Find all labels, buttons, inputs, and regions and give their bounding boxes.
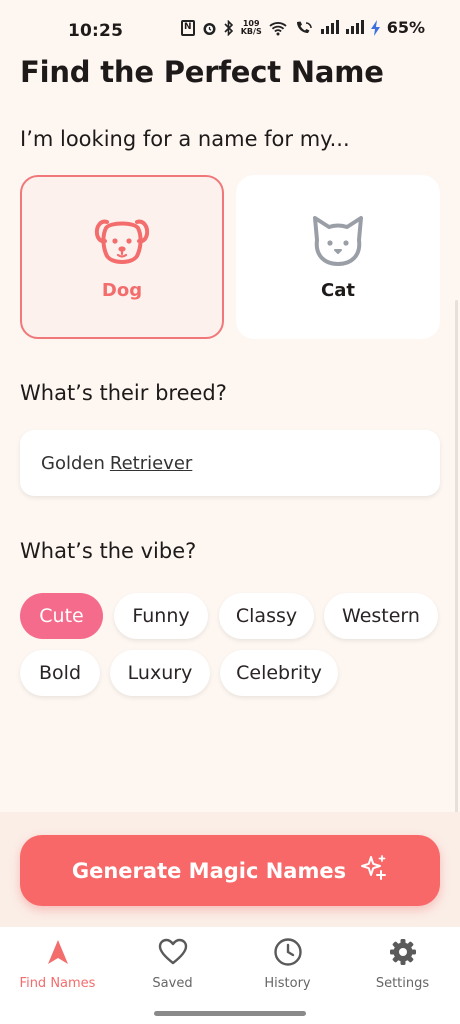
gear-icon xyxy=(389,936,417,968)
charging-icon xyxy=(370,19,380,36)
wifi-calling-icon xyxy=(294,20,314,36)
generate-names-button[interactable]: Generate Magic Names xyxy=(20,835,440,906)
nav-label: Settings xyxy=(375,976,430,991)
clock-icon xyxy=(273,936,303,968)
vibe-chip-luxury[interactable]: Luxury xyxy=(110,650,210,696)
pet-option-cat[interactable]: Cat xyxy=(236,175,440,339)
battery-percent: 65% xyxy=(386,18,425,37)
pet-question: I’m looking for a name for my... xyxy=(20,127,350,151)
pet-option-label: Dog xyxy=(101,279,143,301)
signal-icon-1 xyxy=(320,19,339,36)
pet-option-label: Cat xyxy=(321,279,355,301)
vibe-chip-funny[interactable]: Funny xyxy=(114,593,208,639)
nav-label: Saved xyxy=(152,976,193,991)
nav-settings[interactable]: Settings xyxy=(345,936,460,996)
breed-question: What’s their breed? xyxy=(20,381,227,405)
breed-word-underlined: Retriever xyxy=(109,452,193,474)
bottom-navigation: Find Names Saved History Settings xyxy=(0,927,460,1024)
scrollbar[interactable] xyxy=(455,300,458,820)
vibe-chip-celebrity[interactable]: Celebrity xyxy=(220,650,338,696)
breed-word: Golden xyxy=(41,452,105,474)
status-bar: 10:25 N 109 KB/S 65% xyxy=(0,0,460,60)
nav-find-names[interactable]: Find Names xyxy=(0,936,115,996)
nav-label: Find Names xyxy=(19,976,96,991)
vibe-chip-cute[interactable]: Cute xyxy=(20,593,103,639)
wifi-icon xyxy=(269,20,287,36)
nav-label: History xyxy=(264,976,311,991)
signal-icon-2 xyxy=(345,19,364,36)
find-names-screen: 10:25 N 109 KB/S 65% Find the Perfect Na… xyxy=(0,0,460,1024)
vibe-question: What’s the vibe? xyxy=(20,539,197,563)
nav-saved[interactable]: Saved xyxy=(115,936,230,996)
status-icons: N 109 KB/S 65% xyxy=(180,18,425,37)
vibe-chip-bold[interactable]: Bold xyxy=(20,650,100,696)
cat-icon xyxy=(309,214,367,268)
sparkles-icon xyxy=(360,854,388,887)
heart-icon xyxy=(158,936,188,968)
nfc-icon: N xyxy=(180,19,195,36)
generate-button-label: Generate Magic Names xyxy=(71,858,347,883)
bluetooth-icon xyxy=(224,19,234,36)
home-indicator[interactable] xyxy=(154,1011,306,1016)
alarm-icon xyxy=(202,20,217,36)
status-time: 10:25 xyxy=(68,21,124,41)
navigation-arrow-icon xyxy=(47,936,69,968)
breed-input[interactable]: Golden Retriever xyxy=(20,430,440,496)
dog-icon xyxy=(93,214,151,268)
pet-option-dog[interactable]: Dog xyxy=(20,175,224,339)
network-speed: 109 KB/S xyxy=(240,18,262,36)
vibe-chip-western[interactable]: Western xyxy=(324,593,438,639)
page-title: Find the Perfect Name xyxy=(20,55,384,89)
vibe-chip-classy[interactable]: Classy xyxy=(219,593,314,639)
nav-history[interactable]: History xyxy=(230,936,345,996)
